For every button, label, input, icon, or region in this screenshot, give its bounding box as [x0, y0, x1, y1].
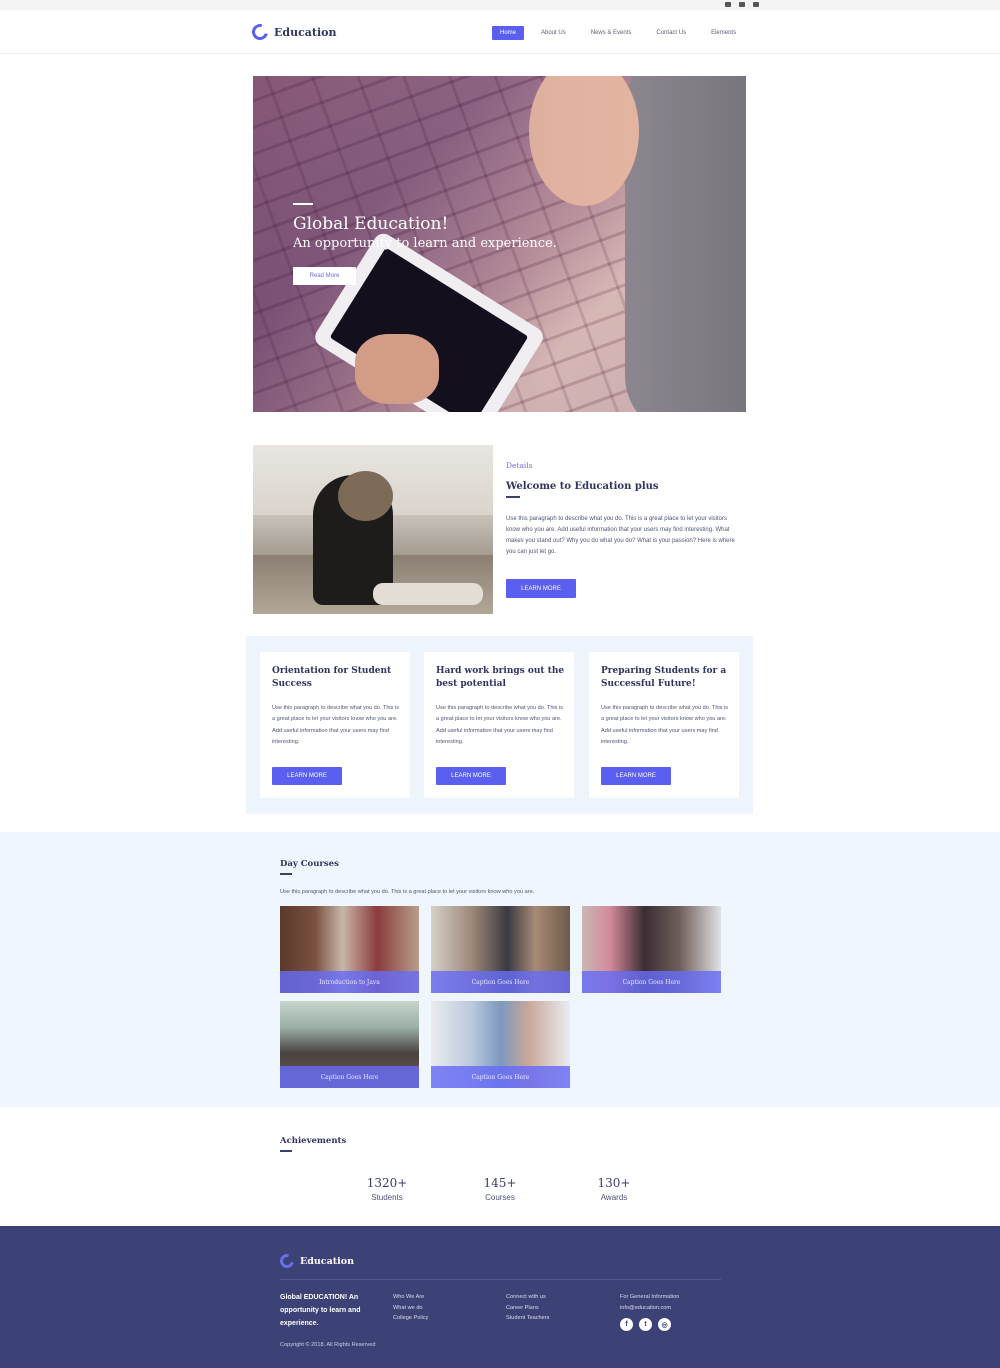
card-text: Use this paragraph to describe what you … [436, 705, 564, 746]
course-caption: Caption Goes Here [431, 971, 570, 993]
card-learn-more-button[interactable]: LEARN MORE [601, 767, 671, 785]
site-header: Education Home About Us News & Events Co… [0, 10, 1000, 54]
courses-description: Use this paragraph to describe what you … [280, 889, 535, 895]
feature-cards: Orientation for Student Success Use this… [246, 636, 753, 814]
instagram-icon[interactable]: ◎ [658, 1318, 671, 1331]
twitter-icon[interactable]: t [639, 1318, 652, 1331]
course-caption: Caption Goes Here [582, 971, 721, 993]
feature-card: Preparing Students for a Successful Futu… [589, 652, 739, 798]
nav-elements[interactable]: Elements [703, 26, 744, 40]
course-caption: Introduction to Java [280, 971, 419, 993]
stat-courses: 145+ Courses [460, 1176, 540, 1202]
card-learn-more-button[interactable]: LEARN MORE [272, 767, 342, 785]
contact-email[interactable]: info@education.com [620, 1303, 679, 1314]
nav-contact-us[interactable]: Contact Us [648, 26, 694, 40]
details-title: Welcome to Education plus [506, 481, 659, 492]
feature-card: Orientation for Student Success Use this… [260, 652, 410, 798]
contact-heading: For General Information [620, 1294, 680, 1300]
course-tile[interactable]: Caption Goes Here [431, 906, 570, 993]
footer-link[interactable]: Career Plans [506, 1303, 549, 1314]
footer-tagline: Global EDUCATION! An opportunity to lear… [280, 1294, 361, 1327]
hero-accent-bar [293, 203, 313, 205]
facebook-icon[interactable]: f [620, 1318, 633, 1331]
stat-number: 145+ [483, 1176, 517, 1190]
footer-links-col1: Who We Are What we do College Policy [393, 1292, 428, 1324]
brand-name: Education [274, 25, 337, 39]
course-tile[interactable]: Introduction to Java [280, 906, 419, 993]
footer-link[interactable]: College Policy [393, 1313, 428, 1324]
logo-icon [277, 1251, 297, 1271]
footer-links-col2: Connect with us Career Plans Student Tea… [506, 1292, 549, 1324]
stat-label: Awards [600, 1193, 628, 1202]
card-text: Use this paragraph to describe what you … [601, 705, 729, 746]
achievements-title: Achievements [280, 1136, 347, 1146]
feature-card: Hard work brings out the best potential … [424, 652, 574, 798]
twitter-icon[interactable] [753, 2, 759, 7]
course-tile[interactable]: Caption Goes Here [431, 1001, 570, 1088]
hero-subtitle: An opportunity to learn and experience. [293, 236, 557, 251]
details-image [253, 445, 493, 614]
stat-students: 1320+ Students [347, 1176, 427, 1202]
hero-banner: Global Education! An opportunity to lear… [253, 76, 746, 412]
nav-home[interactable]: Home [492, 26, 525, 40]
linkedin-icon[interactable] [725, 2, 731, 7]
hero-title: Global Education! [293, 214, 449, 234]
footer-logo[interactable]: Education [277, 1251, 354, 1271]
stat-number: 1320+ [366, 1176, 408, 1190]
footer-brand-name: Education [300, 1255, 354, 1267]
footer-contact: For General Information info@education.c… [620, 1292, 679, 1313]
details-paragraph: Use this paragraph to describe what you … [506, 516, 735, 555]
course-tile[interactable]: Caption Goes Here [582, 906, 721, 993]
top-info-strip [0, 0, 1000, 10]
details-label: Details [506, 461, 533, 470]
courses-title-underline [280, 873, 292, 875]
stat-number: 130+ [597, 1176, 631, 1190]
card-title: Preparing Students for a Successful Futu… [601, 666, 727, 689]
nav-news-events[interactable]: News & Events [583, 26, 640, 40]
achievements-title-underline [280, 1150, 292, 1152]
stat-label: Students [371, 1193, 403, 1202]
footer-link[interactable]: Who We Are [393, 1292, 428, 1303]
courses-title: Day Courses [280, 859, 339, 869]
card-learn-more-button[interactable]: LEARN MORE [436, 767, 506, 785]
copyright: Copyright © 2018. All Rights Reserved [280, 1342, 376, 1348]
card-text: Use this paragraph to describe what you … [272, 705, 400, 746]
course-caption: Caption Goes Here [431, 1066, 570, 1088]
course-tile[interactable]: Caption Goes Here [280, 1001, 419, 1088]
card-title: Orientation for Student Success [272, 666, 392, 689]
site-footer: Education Global EDUCATION! An opportuni… [0, 1226, 1000, 1368]
logo[interactable]: Education [249, 21, 337, 43]
footer-divider [280, 1279, 721, 1280]
footer-link[interactable]: What we do [393, 1303, 428, 1314]
read-more-button[interactable]: Read More [293, 267, 356, 285]
top-social-icons [725, 2, 759, 7]
stat-awards: 130+ Awards [574, 1176, 654, 1202]
stat-label: Courses [485, 1193, 515, 1202]
facebook-icon[interactable] [739, 2, 745, 7]
main-nav: Home About Us News & Events Contact Us E… [492, 26, 753, 40]
course-caption: Caption Goes Here [280, 1066, 419, 1088]
title-underline [506, 496, 520, 498]
card-title: Hard work brings out the best potential [436, 666, 565, 689]
logo-icon [249, 21, 271, 43]
details-learn-more-button[interactable]: LEARN MORE [506, 579, 576, 598]
footer-link[interactable]: Connect with us [506, 1292, 549, 1303]
footer-social-icons: f t ◎ [620, 1318, 671, 1331]
footer-link[interactable]: Student Teachers [506, 1313, 549, 1324]
nav-about-us[interactable]: About Us [533, 26, 574, 40]
